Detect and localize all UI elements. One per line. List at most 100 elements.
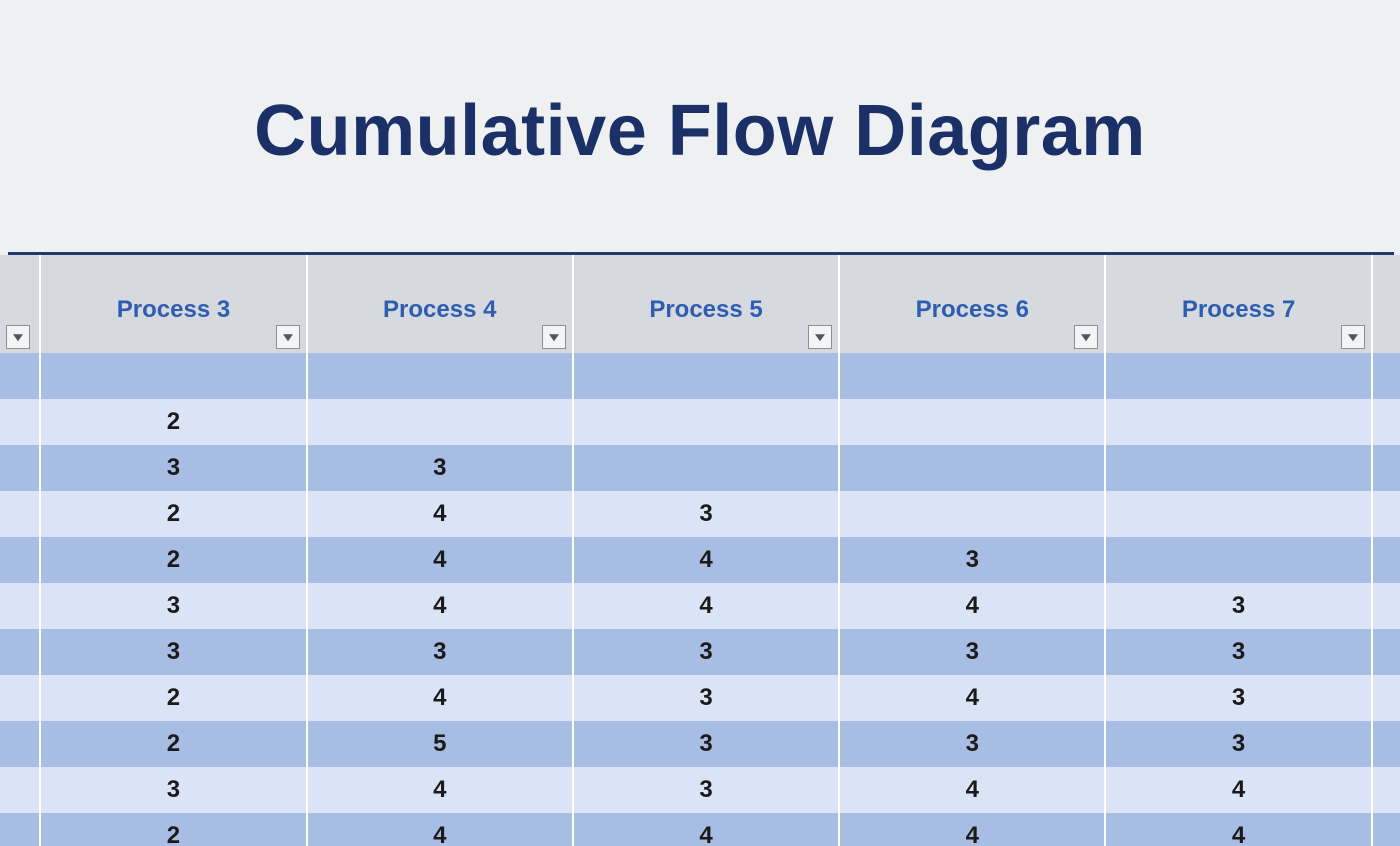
- data-cell[interactable]: [40, 353, 306, 399]
- data-cell[interactable]: 4: [573, 813, 839, 846]
- data-cell[interactable]: 4: [307, 491, 573, 537]
- data-cell[interactable]: [839, 399, 1105, 445]
- data-cell[interactable]: [1105, 491, 1371, 537]
- row-leading-cell: [0, 583, 40, 629]
- data-cell[interactable]: 4: [307, 767, 573, 813]
- data-cell[interactable]: 4: [839, 767, 1105, 813]
- page-title: Cumulative Flow Diagram: [0, 90, 1400, 172]
- table-row: 34443: [0, 583, 1400, 629]
- data-cell[interactable]: [839, 491, 1105, 537]
- data-cell[interactable]: 3: [40, 445, 306, 491]
- data-cell[interactable]: 4: [573, 583, 839, 629]
- data-cell[interactable]: [573, 445, 839, 491]
- column-header-leading: [0, 255, 40, 353]
- data-cell[interactable]: 4: [839, 675, 1105, 721]
- filter-dropdown-icon[interactable]: [1074, 325, 1098, 349]
- filter-dropdown-icon[interactable]: [542, 325, 566, 349]
- data-cell[interactable]: 4: [307, 583, 573, 629]
- table-row: 24444: [0, 813, 1400, 846]
- column-header-process-3[interactable]: Process 3: [40, 255, 306, 353]
- table-row: [0, 353, 1400, 399]
- column-header-process-7[interactable]: Process 7: [1105, 255, 1371, 353]
- data-cell[interactable]: [573, 353, 839, 399]
- filter-dropdown-icon[interactable]: [6, 325, 30, 349]
- data-cell[interactable]: [307, 399, 573, 445]
- row-leading-cell: [0, 399, 40, 445]
- row-trailing-cell: [1372, 767, 1400, 813]
- row-leading-cell: [0, 629, 40, 675]
- column-header-label: Process 5: [575, 284, 837, 324]
- data-cell[interactable]: 2: [40, 399, 306, 445]
- row-leading-cell: [0, 767, 40, 813]
- filter-dropdown-icon[interactable]: [1341, 325, 1365, 349]
- data-cell[interactable]: 3: [573, 767, 839, 813]
- table-row: 25333: [0, 721, 1400, 767]
- filter-dropdown-icon[interactable]: [276, 325, 300, 349]
- row-leading-cell: [0, 445, 40, 491]
- data-cell[interactable]: [1105, 537, 1371, 583]
- data-cell[interactable]: 3: [307, 629, 573, 675]
- data-cell[interactable]: 3: [40, 583, 306, 629]
- data-cell[interactable]: 3: [573, 629, 839, 675]
- data-cell[interactable]: 2: [40, 721, 306, 767]
- data-cell[interactable]: [573, 399, 839, 445]
- data-cell[interactable]: 4: [1105, 767, 1371, 813]
- data-cell[interactable]: 3: [573, 721, 839, 767]
- data-cell[interactable]: 3: [40, 629, 306, 675]
- data-cell[interactable]: 3: [1105, 629, 1371, 675]
- data-cell[interactable]: [1105, 353, 1371, 399]
- data-cell[interactable]: 3: [1105, 675, 1371, 721]
- column-header-process-4[interactable]: Process 4: [307, 255, 573, 353]
- data-cell[interactable]: [307, 353, 573, 399]
- data-cell[interactable]: 2: [40, 675, 306, 721]
- data-cell[interactable]: 3: [1105, 721, 1371, 767]
- table-row: 34344: [0, 767, 1400, 813]
- table-row: 24343: [0, 675, 1400, 721]
- data-cell[interactable]: 4: [839, 813, 1105, 846]
- column-header-label: Process 4: [309, 284, 571, 324]
- data-cell[interactable]: 3: [1105, 583, 1371, 629]
- data-cell[interactable]: 4: [307, 537, 573, 583]
- row-leading-cell: [0, 353, 40, 399]
- table-row: 2443: [0, 537, 1400, 583]
- data-cell[interactable]: [839, 353, 1105, 399]
- table-row: 33333: [0, 629, 1400, 675]
- table-row: 33: [0, 445, 1400, 491]
- row-trailing-cell: [1372, 629, 1400, 675]
- data-cell[interactable]: 3: [839, 629, 1105, 675]
- table-row: 243: [0, 491, 1400, 537]
- data-cell[interactable]: 4: [839, 583, 1105, 629]
- row-leading-cell: [0, 813, 40, 846]
- data-cell[interactable]: [839, 445, 1105, 491]
- column-header-label: Process 6: [841, 284, 1103, 324]
- data-cell[interactable]: 4: [573, 537, 839, 583]
- data-table: Process 3 Process 4 Process 5 Process 6: [0, 255, 1400, 846]
- data-cell[interactable]: 3: [839, 721, 1105, 767]
- row-trailing-cell: [1372, 537, 1400, 583]
- row-leading-cell: [0, 675, 40, 721]
- data-cell[interactable]: 2: [40, 491, 306, 537]
- data-cell[interactable]: 2: [40, 537, 306, 583]
- filter-dropdown-icon[interactable]: [808, 325, 832, 349]
- row-trailing-cell: [1372, 813, 1400, 846]
- table-row: 2: [0, 399, 1400, 445]
- data-cell[interactable]: 3: [573, 675, 839, 721]
- row-leading-cell: [0, 537, 40, 583]
- data-cell[interactable]: 2: [40, 813, 306, 846]
- data-cell[interactable]: 3: [40, 767, 306, 813]
- data-cell[interactable]: 4: [307, 813, 573, 846]
- data-cell[interactable]: 3: [307, 445, 573, 491]
- row-trailing-cell: [1372, 445, 1400, 491]
- column-header-process-5[interactable]: Process 5: [573, 255, 839, 353]
- data-cell[interactable]: [1105, 399, 1371, 445]
- column-header-label: Process 3: [42, 284, 304, 324]
- data-cell[interactable]: 3: [573, 491, 839, 537]
- column-header-trailing: [1372, 255, 1400, 353]
- data-cell[interactable]: 4: [1105, 813, 1371, 846]
- data-cell[interactable]: 4: [307, 675, 573, 721]
- data-cell[interactable]: 3: [839, 537, 1105, 583]
- data-cell[interactable]: 5: [307, 721, 573, 767]
- column-header-process-6[interactable]: Process 6: [839, 255, 1105, 353]
- data-cell[interactable]: [1105, 445, 1371, 491]
- column-header-label: Process 7: [1107, 284, 1369, 324]
